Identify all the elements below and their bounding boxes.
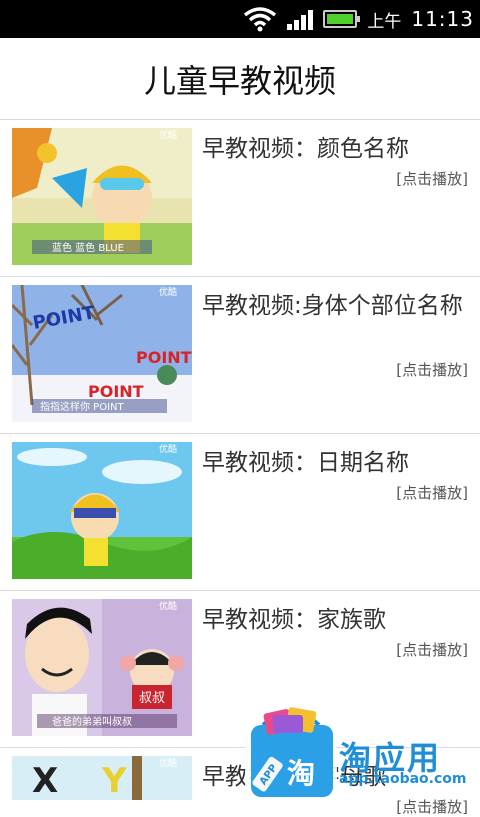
video-thumbnail[interactable]: 优酷 <box>12 442 192 579</box>
video-thumbnail[interactable]: POINT POINT POINT 优酷 指指这样你 POINT <box>12 285 192 422</box>
page-title: 儿童早教视频 <box>143 61 336 100</box>
thumbnail-watermark: 优酷 <box>159 600 177 612</box>
video-list[interactable]: 优酷 蓝色 蓝色 BLUE 早教视频：颜色名称 [点击播放] POINT POI… <box>0 120 480 816</box>
video-title[interactable]: 早教视频：日期名称 <box>202 446 468 480</box>
video-item-body-parts[interactable]: POINT POINT POINT 优酷 指指这样你 POINT 早教视频:身体… <box>0 277 480 434</box>
thumbnail-word: POINT <box>136 348 192 367</box>
play-link[interactable]: [点击播放] <box>396 168 468 189</box>
video-title[interactable]: 早教视频：颜色名称 <box>202 132 468 166</box>
promo-url[interactable]: app.taobao.com <box>339 771 466 787</box>
play-link[interactable]: [点击播放] <box>396 359 468 380</box>
clock: 11:13 <box>411 7 474 31</box>
thumbnail-caption: 指指这样你 POINT <box>40 400 125 413</box>
thumbnail-caption: 爸爸的弟弟叫叔叔 <box>52 715 132 728</box>
thumbnail-sign: 叔叔 <box>139 691 165 706</box>
play-link[interactable]: [点击播放] <box>396 482 468 503</box>
video-item-colors[interactable]: 优酷 蓝色 蓝色 BLUE 早教视频：颜色名称 [点击播放] <box>0 120 480 277</box>
status-bar: 上午 11:13 <box>0 0 480 38</box>
thumbnail-letter: X <box>32 761 58 800</box>
am-pm-indicator: 上午 <box>367 11 402 32</box>
video-item-dates[interactable]: 优酷 早教视频：日期名称 [点击播放] <box>0 434 480 591</box>
taobao-app-promo[interactable]: APP 淘 淘应用 app.taobao.com <box>243 705 480 800</box>
battery-icon <box>323 10 361 28</box>
promo-icon-char: 淘 <box>287 757 315 790</box>
video-title[interactable]: 早教视频：家族歌 <box>202 603 468 637</box>
status-icons: 上午 11:13 <box>243 0 474 38</box>
thumbnail-word: POINT <box>88 382 144 401</box>
play-link[interactable]: [点击播放] <box>396 639 468 660</box>
video-thumbnail[interactable]: 叔叔 优酷 爸爸的弟弟叫叔叔 <box>12 599 192 736</box>
thumbnail-letter: Y <box>101 761 127 800</box>
wifi-icon <box>244 7 277 32</box>
shopping-bag-icon: APP 淘 <box>245 705 337 800</box>
video-thumbnail[interactable]: X Y 优酷 <box>12 756 192 800</box>
video-thumbnail[interactable]: 优酷 蓝色 蓝色 BLUE <box>12 128 192 265</box>
app-header: 儿童早教视频 <box>0 38 480 120</box>
signal-strength-icon <box>287 8 314 30</box>
thumbnail-caption: 蓝色 蓝色 BLUE <box>52 241 124 254</box>
thumbnail-watermark: 优酷 <box>159 286 177 298</box>
thumbnail-watermark: 优酷 <box>159 757 177 769</box>
thumbnail-watermark: 优酷 <box>159 443 177 455</box>
thumbnail-watermark: 优酷 <box>159 129 177 141</box>
video-title[interactable]: 早教视频:身体个部位名称 <box>202 289 468 323</box>
